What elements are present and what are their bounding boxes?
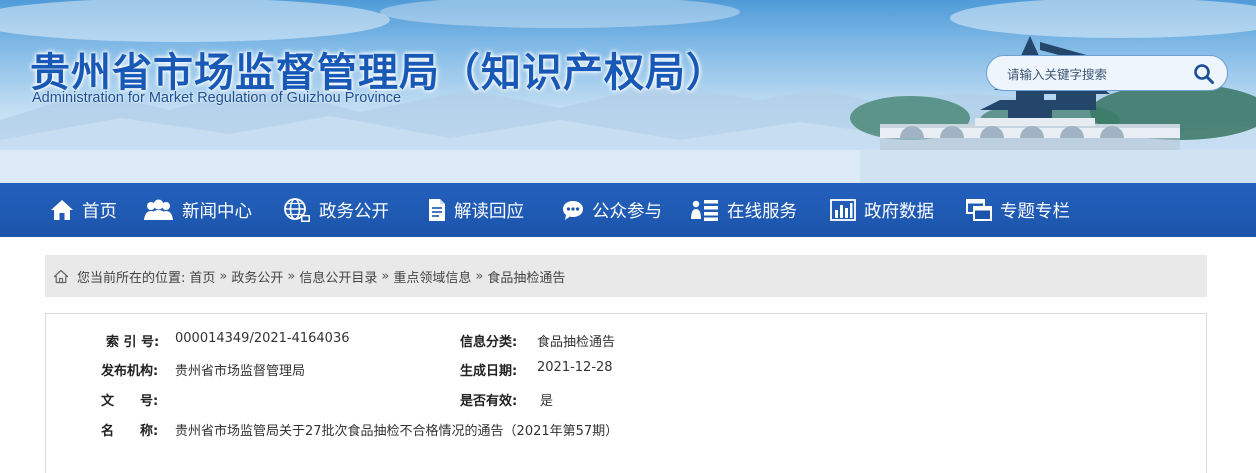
breadcrumb-separator: » <box>475 268 484 284</box>
site-subtitle: Administration for Market Regulation of … <box>32 90 402 106</box>
nav-item-label: 首页 <box>82 201 117 222</box>
breadcrumb-prefix: 您当前所在的位置: <box>77 270 186 286</box>
breadcrumb-separator: » <box>219 268 228 284</box>
nav-item-label: 解读回应 <box>454 201 524 222</box>
nav-item-home[interactable]: 首页 <box>50 183 117 237</box>
breadcrumb-separator: » <box>381 268 390 284</box>
nav-item-label: 政务公开 <box>319 201 389 222</box>
name-value: 贵州省市场监管局关于27批次食品抽检不合格情况的通告（2021年第57期） <box>175 424 619 439</box>
nav-item-news[interactable]: 新闻中心 <box>143 183 252 237</box>
docno-label: 文 号: <box>101 394 159 409</box>
breadcrumb-link-gov-affairs[interactable]: 政务公开 <box>231 267 283 286</box>
breadcrumb-link-key-areas[interactable]: 重点领域信息 <box>393 267 471 286</box>
breadcrumb-link-food-inspection[interactable]: 食品抽检通告 <box>487 267 565 286</box>
nav-item-public-participation[interactable]: 公众参与 <box>562 183 662 237</box>
valid-value: 是 <box>540 394 554 409</box>
index-value: 000014349/2021-4164036 <box>175 331 350 346</box>
header-banner: 贵州省市场监督管理局（知识产权局） Administration for Mar… <box>0 0 1256 183</box>
category-value: 食品抽检通告 <box>537 335 616 350</box>
date-value: 2021-12-28 <box>537 360 613 375</box>
nav-item-label: 新闻中心 <box>182 201 252 222</box>
nav-item-label: 公众参与 <box>592 201 662 222</box>
home-outline-icon <box>53 269 69 283</box>
bar-chart-icon <box>830 199 856 221</box>
nav-item-label: 在线服务 <box>727 201 797 222</box>
nav-item-gov-data[interactable]: 政府数据 <box>830 183 934 237</box>
category-label: 信息分类: <box>460 335 518 350</box>
breadcrumb: 您当前所在的位置: 首页 » 政务公开 » 信息公开目录 » 重点领域信息 » … <box>45 255 1207 297</box>
search-input[interactable] <box>1007 64 1187 84</box>
search-icon[interactable] <box>1193 63 1215 85</box>
main-nav: 首页 新闻中心 政务公开 解读回应 公众参与 在线服务 政府数据 专题专栏 <box>0 183 1256 237</box>
globe-icon <box>284 198 310 222</box>
breadcrumb-link-home[interactable]: 首页 <box>189 267 215 286</box>
document-icon <box>429 199 445 221</box>
people-icon <box>144 199 173 220</box>
windows-icon <box>966 199 992 221</box>
chat-icon <box>563 201 583 220</box>
publisher-value: 贵州省市场监督管理局 <box>175 364 306 379</box>
document-info-panel: 索 引 号: 000014349/2021-4164036 信息分类: 食品抽检… <box>45 313 1207 473</box>
name-label: 名 称: <box>101 424 159 439</box>
valid-label: 是否有效: <box>460 394 518 409</box>
nav-item-interpretation[interactable]: 解读回应 <box>428 183 524 237</box>
publisher-label: 发布机构: <box>101 364 159 379</box>
nav-item-gov-affairs[interactable]: 政务公开 <box>283 183 389 237</box>
breadcrumb-link-info-catalog[interactable]: 信息公开目录 <box>299 267 377 286</box>
index-label: 索 引 号: <box>106 335 160 350</box>
date-label: 生成日期: <box>460 364 518 379</box>
search-box <box>986 55 1228 91</box>
nav-item-label: 政府数据 <box>864 201 934 222</box>
list-icon <box>691 200 718 221</box>
nav-item-special-topics[interactable]: 专题专栏 <box>966 183 1070 237</box>
breadcrumb-separator: » <box>287 268 296 284</box>
nav-item-online-services[interactable]: 在线服务 <box>691 183 797 237</box>
nav-item-label: 专题专栏 <box>1000 201 1070 222</box>
home-icon <box>51 200 73 220</box>
